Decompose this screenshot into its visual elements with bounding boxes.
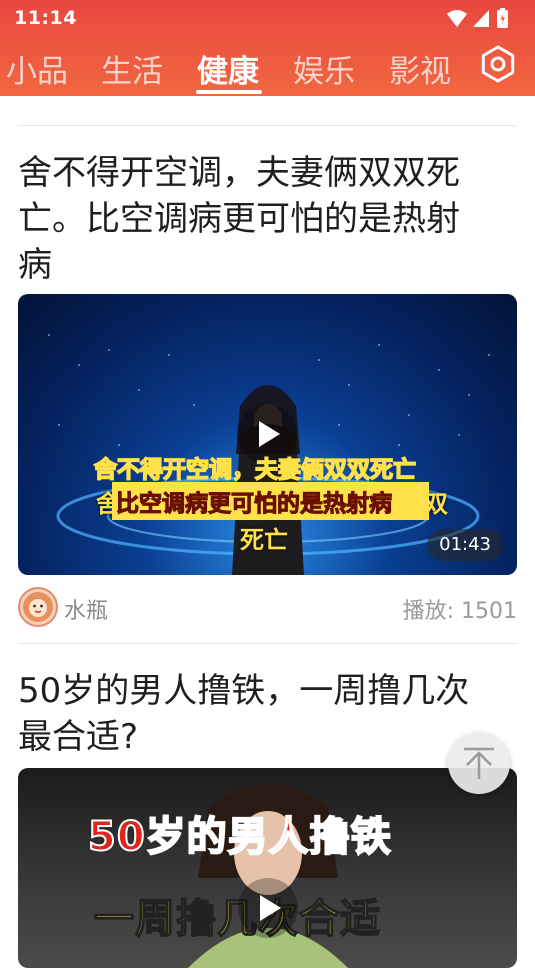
- status-time: 11:14: [14, 7, 77, 29]
- video-duration: 01:43: [427, 529, 503, 561]
- play-button[interactable]: [238, 878, 298, 938]
- divider: [18, 125, 517, 126]
- tab-xiaopin[interactable]: 小品: [6, 46, 68, 91]
- caption-line-3: 死亡: [240, 526, 288, 554]
- signal-icon: [473, 10, 489, 27]
- lion-avatar-icon: [23, 592, 53, 622]
- title-line: 亡。比空调病更可怕的是热射: [18, 199, 460, 239]
- settings-icon[interactable]: [478, 44, 518, 84]
- active-tab-indicator: [196, 90, 262, 94]
- tab-jiankang[interactable]: 健康: [197, 46, 259, 91]
- author-name[interactable]: 水瓶: [64, 593, 108, 625]
- title-line: 最合适?: [18, 717, 139, 757]
- back-to-top-button[interactable]: [448, 732, 510, 794]
- title-line: 50岁的男人撸铁，一周撸几次: [18, 671, 470, 711]
- video-thumbnail[interactable]: 舍 双 舍不得开空调，夫妻俩双双死亡 比空调病更可怕的是热射病 死亡 01:43: [18, 294, 517, 575]
- battery-icon: [497, 8, 508, 28]
- play-icon: [259, 421, 280, 447]
- title-line: 舍不得开空调，夫妻俩双双死: [18, 153, 460, 193]
- caption-line-1: 舍不得开空调，夫妻俩双双死亡: [93, 456, 417, 484]
- wifi-icon: [447, 10, 467, 27]
- tab-yingshi[interactable]: 影视: [389, 46, 451, 91]
- caption-line-2: 比空调病更可怕的是热射病: [112, 482, 429, 520]
- divider: [18, 643, 517, 644]
- tab-shenghuo[interactable]: 生活: [101, 46, 163, 91]
- play-icon: [260, 895, 281, 921]
- tab-yule[interactable]: 娱乐: [293, 46, 355, 91]
- play-count: 播放: 1501: [402, 599, 517, 624]
- caption-line-2: 一周撸几次合适: [93, 895, 381, 943]
- status-icons: [447, 8, 508, 28]
- status-bar: 11:14: [0, 0, 535, 36]
- category-tabs: 小品 生活 健康 娱乐 影视: [0, 40, 535, 96]
- caption-line-1: 50岁的男人撸铁: [87, 813, 392, 861]
- app-header: 11:14 小品 生活 健康 娱乐 影视: [0, 0, 535, 96]
- back-to-top-icon: [464, 747, 494, 779]
- article-title[interactable]: 舍不得开空调，夫妻俩双双死 亡。比空调病更可怕的是热射 病: [18, 150, 517, 288]
- video-thumbnail[interactable]: 50岁的男人撸铁 一周撸几次合适: [18, 768, 517, 968]
- title-line: 病: [18, 245, 52, 285]
- avatar[interactable]: [18, 587, 58, 627]
- article-title[interactable]: 50岁的男人撸铁，一周撸几次 最合适?: [18, 668, 517, 760]
- article-meta: 水瓶 播放: 1501: [18, 587, 517, 627]
